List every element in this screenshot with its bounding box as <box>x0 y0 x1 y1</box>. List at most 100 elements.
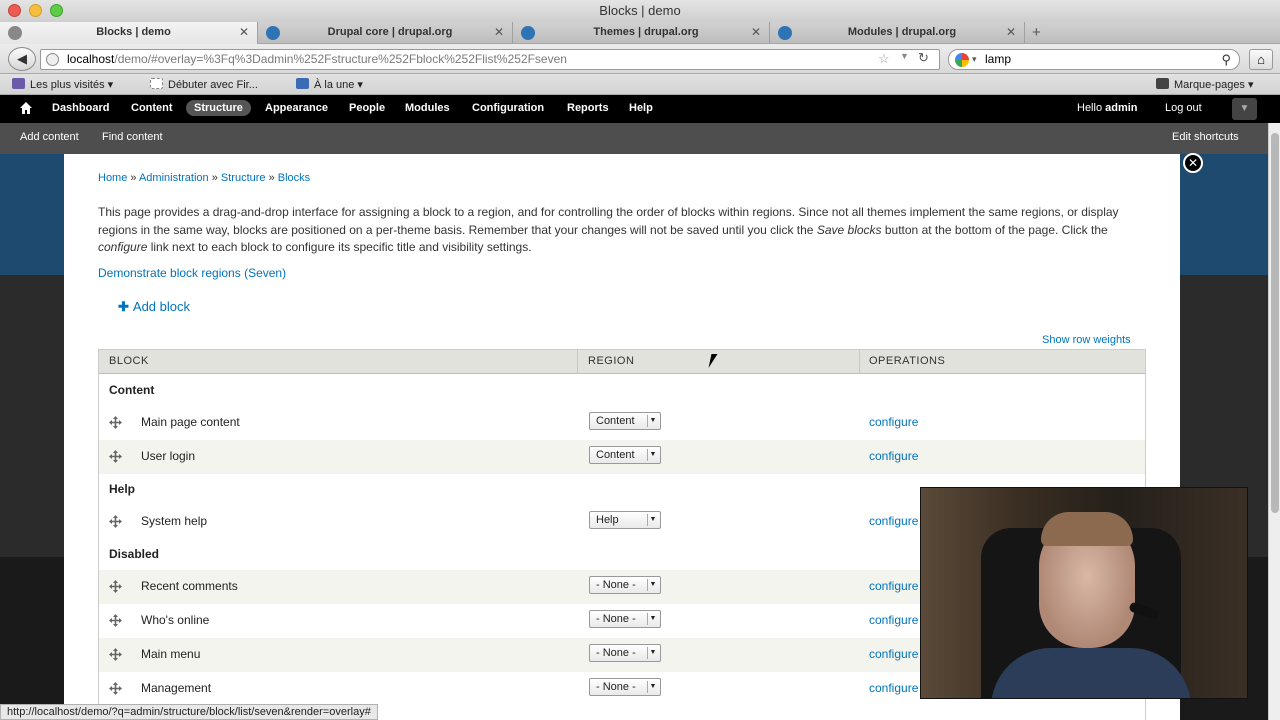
header-divider <box>577 350 578 374</box>
drag-handle-icon[interactable] <box>109 515 122 528</box>
rss-feed-icon <box>296 78 309 89</box>
drag-handle-icon[interactable] <box>109 580 122 593</box>
status-bar-url: http://localhost/demo/?q=admin/structure… <box>0 704 378 720</box>
configure-link[interactable]: configure <box>869 415 918 429</box>
bookmark-getting-started[interactable]: Débuter avec Fir... <box>150 78 258 91</box>
toolbar-people[interactable]: People <box>349 102 385 114</box>
drag-handle-icon[interactable] <box>109 416 122 429</box>
toolbar-dashboard[interactable]: Dashboard <box>52 102 109 114</box>
toolbar-reports[interactable]: Reports <box>567 102 609 114</box>
hello-user: Hello admin <box>1077 102 1138 114</box>
header-block: BLOCK <box>109 355 149 367</box>
webcam-shirt <box>991 648 1191 698</box>
bookmarks-icon <box>1156 78 1169 89</box>
window-title: Blocks | demo <box>599 3 681 18</box>
plus-icon: ✚ <box>118 299 129 314</box>
tab-modules[interactable]: Modules | drupal.org ✕ <box>770 22 1025 44</box>
help-text: This page provides a drag-and-drop inter… <box>98 204 1148 257</box>
home-button[interactable]: ⌂ <box>1249 49 1273 70</box>
toolbar-help[interactable]: Help <box>629 102 653 114</box>
url-bar[interactable]: localhost/demo/#overlay=%3Fq%3Dadmin%252… <box>40 49 940 70</box>
table-row[interactable]: User login Content ▼ configure <box>99 440 1145 474</box>
search-icon[interactable]: ⚲ <box>1221 50 1231 69</box>
configure-link[interactable]: configure <box>869 613 918 627</box>
toolbar-structure[interactable]: Structure <box>186 100 251 116</box>
region-select-value: - None - <box>596 647 636 659</box>
shortcuts-toggle-icon[interactable]: ▼ <box>1232 98 1257 120</box>
region-select[interactable]: Content ▼ <box>589 412 661 430</box>
table-row[interactable]: Main page content Content ▼ configure <box>99 406 1145 440</box>
configure-link[interactable]: configure <box>869 514 918 528</box>
tab-drupal-core[interactable]: Drupal core | drupal.org ✕ <box>258 22 513 44</box>
region-select-value: - None - <box>596 613 636 625</box>
tab-blocks-demo[interactable]: Blocks | demo ✕ <box>0 22 258 44</box>
region-select[interactable]: - None - ▼ <box>589 576 661 594</box>
edit-shortcuts-link[interactable]: Edit shortcuts <box>1172 131 1239 143</box>
configure-link[interactable]: configure <box>869 449 918 463</box>
toolbar-content[interactable]: Content <box>131 102 173 114</box>
drupal-icon <box>521 26 535 40</box>
configure-link[interactable]: configure <box>869 647 918 661</box>
header-region: REGION <box>588 355 635 367</box>
drag-handle-icon[interactable] <box>109 648 122 661</box>
select-arrow-icon: ▼ <box>647 613 658 625</box>
select-arrow-icon: ▼ <box>647 514 658 526</box>
scrollbar-thumb[interactable] <box>1271 133 1279 513</box>
show-row-weights-link[interactable]: Show row weights <box>1042 334 1131 346</box>
configure-link[interactable]: configure <box>869 579 918 593</box>
bookmark-headlines[interactable]: À la une ▾ <box>296 78 363 91</box>
breadcrumb-administration[interactable]: Administration <box>139 172 209 184</box>
drag-handle-icon[interactable] <box>109 450 122 463</box>
tab-label: Modules | drupal.org <box>847 26 957 38</box>
add-block-link[interactable]: ✚ Add block <box>118 299 190 315</box>
breadcrumb-home[interactable]: Home <box>98 172 127 184</box>
region-select[interactable]: - None - ▼ <box>589 610 661 628</box>
toolbar-modules[interactable]: Modules <box>405 102 450 114</box>
admin-toolbar: Dashboard Content Structure Appearance P… <box>0 95 1280 123</box>
close-tab-icon[interactable]: ✕ <box>494 25 504 39</box>
breadcrumb-blocks[interactable]: Blocks <box>278 172 310 184</box>
bookmarks-menu[interactable]: Marque-pages ▾ <box>1156 78 1254 91</box>
bookmark-star-icon[interactable]: ☆ <box>878 51 890 67</box>
region-select[interactable]: Help ▼ <box>589 511 661 529</box>
region-select-value: - None - <box>596 681 636 693</box>
new-tab-button[interactable]: + <box>1032 24 1041 41</box>
toolbar-appearance[interactable]: Appearance <box>265 102 328 114</box>
site-identity-icon[interactable] <box>46 53 59 66</box>
demonstrate-regions-link[interactable]: Demonstrate block regions (Seven) <box>98 266 286 280</box>
google-icon[interactable] <box>955 53 969 67</box>
drag-handle-icon[interactable] <box>109 682 122 695</box>
region-select[interactable]: - None - ▼ <box>589 678 661 696</box>
close-tab-icon[interactable]: ✕ <box>239 25 249 39</box>
region-select[interactable]: - None - ▼ <box>589 644 661 662</box>
bookmark-most-visited[interactable]: Les plus visités ▾ <box>12 78 113 91</box>
configure-link[interactable]: configure <box>869 681 918 695</box>
search-input[interactable]: ▾ lamp ⚲ <box>948 49 1240 70</box>
home-icon[interactable] <box>19 101 33 115</box>
table-header: BLOCK REGION OPERATIONS <box>99 350 1145 374</box>
history-dropdown-icon[interactable]: ▼ <box>900 51 909 61</box>
close-tab-icon[interactable]: ✕ <box>751 25 761 39</box>
region-select[interactable]: Content ▼ <box>589 446 661 464</box>
shortcut-add-content[interactable]: Add content <box>20 131 79 143</box>
search-engine-dropdown-icon[interactable]: ▾ <box>972 50 977 69</box>
bookmarks-bar: Les plus visités ▾ Débuter avec Fir... À… <box>0 74 1280 95</box>
drag-handle-icon[interactable] <box>109 614 122 627</box>
toolbar-configuration[interactable]: Configuration <box>472 102 544 114</box>
reload-icon[interactable]: ↻ <box>918 50 929 66</box>
close-tab-icon[interactable]: ✕ <box>1006 25 1016 39</box>
tab-themes[interactable]: Themes | drupal.org ✕ <box>513 22 770 44</box>
select-arrow-icon: ▼ <box>647 647 658 659</box>
block-name: Main menu <box>141 647 201 661</box>
bookmark-label: À la une <box>314 79 355 91</box>
shortcut-find-content[interactable]: Find content <box>102 131 163 143</box>
back-button[interactable]: ◀ <box>8 47 36 71</box>
tab-label: Blocks | demo <box>96 26 171 38</box>
webcam-person-hair <box>1041 512 1133 546</box>
tab-label: Drupal core | drupal.org <box>327 26 453 38</box>
close-overlay-icon[interactable]: ✕ <box>1183 153 1203 173</box>
logout-link[interactable]: Log out <box>1165 102 1202 114</box>
username[interactable]: admin <box>1105 102 1137 114</box>
breadcrumb-structure[interactable]: Structure <box>221 172 266 184</box>
vertical-scrollbar[interactable] <box>1268 123 1280 720</box>
